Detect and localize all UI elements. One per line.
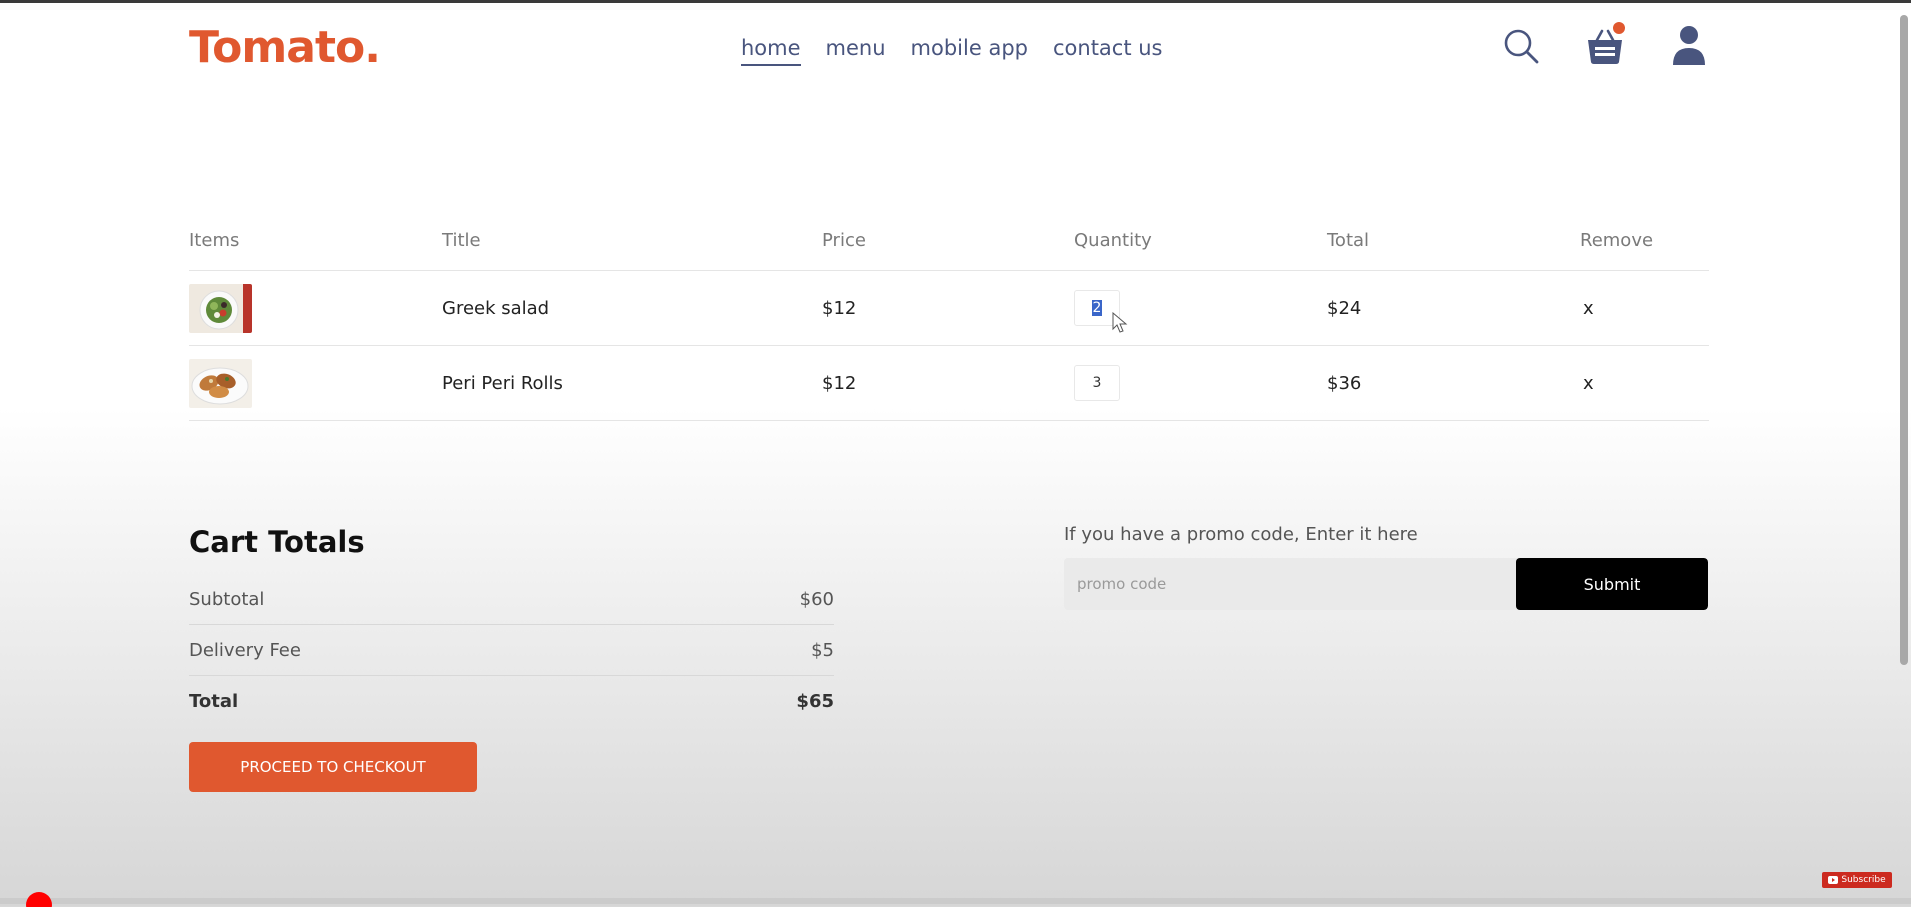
total-label: Total [189,690,239,712]
header-title: Title [442,229,481,251]
cart-items-table: Items Title Price Quantity Total Remove … [189,210,1709,421]
header-price: Price [822,229,866,251]
header-total: Total [1327,229,1370,251]
item-total: $36 [1327,372,1362,394]
row-divider [189,420,1709,421]
item-title: Greek salad [442,297,550,319]
subtotal-label: Subtotal [189,588,265,610]
mouse-cursor-icon [1112,312,1128,333]
subtotal-value: $60 [799,588,834,610]
basket-button[interactable] [1585,22,1625,68]
delivery-fee-label: Delivery Fee [189,639,301,661]
nav-mobile-app-link[interactable]: mobile app [911,35,1028,66]
greek-salad-thumbnail [189,283,252,333]
remove-button[interactable]: x [1580,298,1594,319]
total-row: Total $65 [189,682,834,720]
page-scrollbar[interactable] [1900,15,1908,665]
window-top-border [0,0,1911,3]
subtotal-row: Subtotal $60 [189,580,834,618]
nav-right [1501,22,1709,68]
quantity-field[interactable]: 3 [1074,365,1120,401]
promo-code-section: If you have a promo code, Enter it here … [1064,520,1708,610]
header-items: Items [189,229,240,251]
header-remove: Remove [1580,229,1654,251]
promo-code-input[interactable] [1064,558,1516,610]
profile-button[interactable] [1669,24,1709,68]
navbar: Tomato. home menu mobile app contact us [189,22,1709,78]
proceed-to-checkout-button[interactable]: PROCEED TO CHECKOUT [189,742,477,792]
nav-contact-us-link[interactable]: contact us [1053,35,1163,66]
item-price: $12 [822,372,857,394]
peri-peri-rolls-thumbnail [189,358,252,408]
logo[interactable]: Tomato. [189,22,381,74]
remove-button[interactable]: x [1580,373,1594,394]
cart-totals-heading: Cart Totals [189,525,365,559]
nav-menu: home menu mobile app contact us [741,35,1163,66]
item-price: $12 [822,297,857,319]
nav-home-link[interactable]: home [741,35,801,66]
table-header-row: Items Title Price Quantity Total Remove [189,210,1709,270]
video-progress-handle[interactable] [26,892,52,907]
delivery-fee-row: Delivery Fee $5 [189,631,834,669]
item-title: Peri Peri Rolls [442,372,563,394]
delivery-fee-value: $5 [811,639,834,661]
profile-icon [1673,26,1705,65]
subscribe-label: Subscribe [1841,875,1886,885]
promo-prompt: If you have a promo code, Enter it here [1064,524,1418,545]
cart-notification-dot [1613,22,1625,34]
search-icon [1504,29,1539,64]
header-quantity: Quantity [1074,229,1152,251]
video-progress-track[interactable] [0,898,1911,904]
promo-submit-button[interactable]: Submit [1516,558,1708,610]
totals-divider [189,675,834,676]
subscribe-badge[interactable]: Subscribe [1822,872,1892,888]
cart-totals: Cart Totals Subtotal $60 Delivery Fee $5… [189,520,834,792]
nav-menu-link[interactable]: menu [826,35,886,66]
quantity-value: 2 [1091,300,1103,316]
table-row: Greek salad $12 2 $24 x [189,271,1709,345]
item-total: $24 [1327,297,1362,319]
totals-divider [189,624,834,625]
total-value: $65 [796,690,834,712]
play-icon [1828,876,1839,884]
table-row: Peri Peri Rolls $12 3 $36 x [189,346,1709,420]
search-button[interactable] [1501,24,1541,68]
promo-input-group: Submit [1064,558,1708,610]
